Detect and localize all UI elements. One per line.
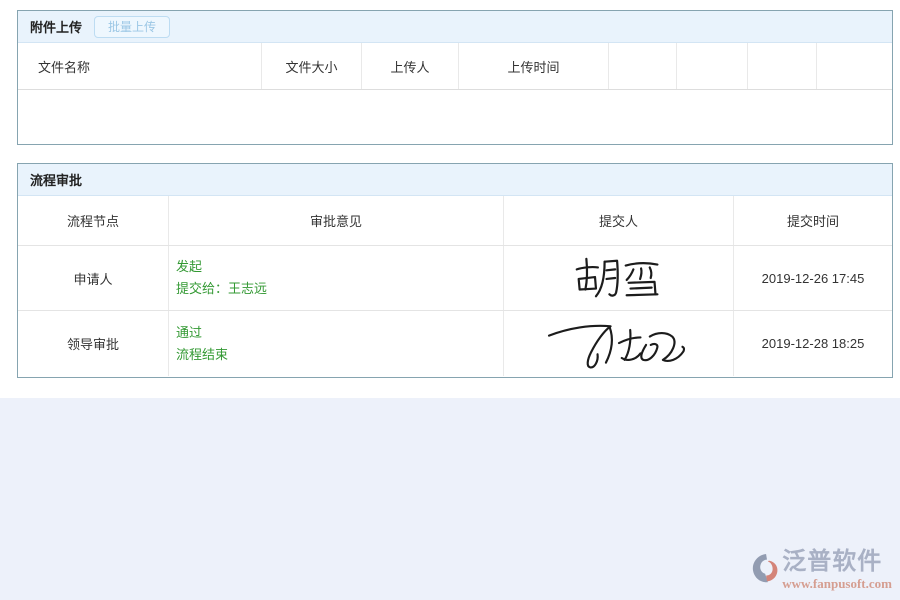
process-node-cell: 领导审批 <box>18 311 169 376</box>
attachment-upload-panel: 附件上传 批量上传 文件名称 文件大小 上传人 上传时间 <box>17 10 893 145</box>
submit-time-cell: 2019-12-28 18:25 <box>734 311 892 376</box>
column-header-empty-3 <box>748 43 817 89</box>
opinion-detail-text: 流程结束 <box>176 344 228 366</box>
attachment-panel-header: 附件上传 批量上传 <box>18 11 892 43</box>
fanpu-logo: 泛普软件 www.fanpusoft.com <box>752 550 892 592</box>
column-header-empty-4 <box>817 43 892 89</box>
approval-opinion-cell: 通过 流程结束 <box>169 311 504 376</box>
opinion-action-text: 通过 <box>176 322 202 344</box>
fanpu-logo-name: 泛普软件 <box>782 550 882 574</box>
column-header-upload-time: 上传时间 <box>459 43 609 89</box>
process-approval-panel: 流程审批 流程节点 审批意见 提交人 提交时间 申请人 发起 提交给：王志远 <box>17 163 893 378</box>
signature-image-hu-xue <box>571 252 667 304</box>
table-row-applicant: 申请人 发起 提交给：王志远 2019-12-2 <box>18 246 892 311</box>
column-header-submitter: 提交人 <box>504 196 734 245</box>
page-footer-area: 泛普软件 www.fanpusoft.com <box>0 398 900 600</box>
column-header-file-size: 文件大小 <box>262 43 362 89</box>
table-row-leader-approval: 领导审批 通过 流程结束 2019-12-28 18:25 <box>18 311 892 376</box>
column-header-empty-2 <box>677 43 748 89</box>
batch-upload-button[interactable]: 批量上传 <box>94 16 170 38</box>
approval-panel-header: 流程审批 <box>18 164 892 196</box>
column-header-uploader: 上传人 <box>362 43 459 89</box>
column-header-file-name: 文件名称 <box>18 43 262 89</box>
fanpu-website-link[interactable]: www.fanpusoft.com <box>782 576 892 592</box>
column-header-approval-opinion: 审批意见 <box>169 196 504 245</box>
column-header-process-node: 流程节点 <box>18 196 169 245</box>
attachment-panel-title: 附件上传 <box>30 17 82 36</box>
submitter-signature-cell <box>504 246 734 310</box>
column-header-submit-time: 提交时间 <box>734 196 892 245</box>
approval-opinion-cell: 发起 提交给：王志远 <box>169 246 504 310</box>
attachment-table-header-row: 文件名称 文件大小 上传人 上传时间 <box>18 43 892 90</box>
approval-table-header-row: 流程节点 审批意见 提交人 提交时间 <box>18 196 892 246</box>
opinion-action-text: 发起 <box>176 256 202 278</box>
approval-panel-title: 流程审批 <box>30 170 82 189</box>
fanpu-logo-texts: 泛普软件 www.fanpusoft.com <box>782 550 892 592</box>
submitter-signature-cell <box>504 311 734 376</box>
attachment-table-empty-body <box>18 90 892 144</box>
fanpu-logo-icon <box>752 552 782 586</box>
submit-time-cell: 2019-12-26 17:45 <box>734 246 892 310</box>
opinion-detail-text: 提交给：王志远 <box>176 278 267 300</box>
process-node-cell: 申请人 <box>18 246 169 310</box>
column-header-empty-1 <box>609 43 677 89</box>
signature-image-wang-zhiyuan <box>544 316 694 372</box>
